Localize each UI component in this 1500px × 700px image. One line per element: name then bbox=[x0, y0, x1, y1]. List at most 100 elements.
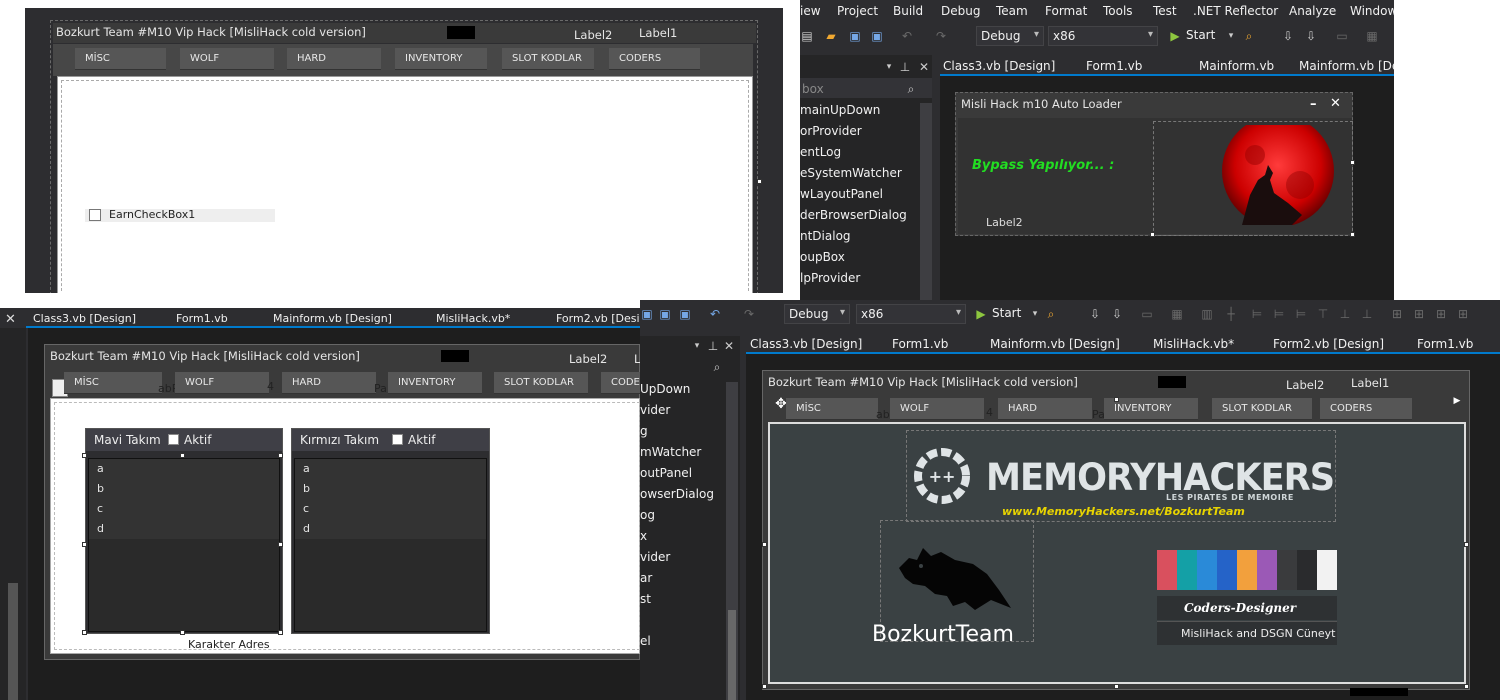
align-icon[interactable]: ▦ bbox=[1170, 307, 1184, 321]
minimize-button[interactable]: – bbox=[1310, 97, 1317, 112]
hard-button[interactable]: HARD bbox=[998, 398, 1092, 420]
tab-mislihack[interactable]: MisliHack.vb* bbox=[1153, 337, 1234, 351]
tab-mainform[interactable]: Mainform.vb bbox=[1199, 59, 1274, 73]
blue-team-list[interactable]: a b c d bbox=[88, 458, 280, 632]
menu-build[interactable]: Build bbox=[893, 4, 923, 18]
menu-team[interactable]: Team bbox=[996, 4, 1028, 18]
align-icon[interactable]: ▦ bbox=[1365, 29, 1379, 43]
menu-format[interactable]: Format bbox=[1045, 4, 1087, 18]
resize-handle[interactable] bbox=[757, 179, 762, 184]
tab-form1[interactable]: Form1.vb bbox=[892, 337, 948, 351]
undo-icon[interactable]: ↶ bbox=[900, 29, 914, 43]
list-item[interactable]: c bbox=[89, 499, 279, 519]
tab-class3-design[interactable]: Class3.vb [Design] bbox=[33, 312, 136, 325]
menu-test[interactable]: Test bbox=[1153, 4, 1177, 18]
red-team-list[interactable]: a b c d bbox=[294, 458, 487, 632]
tool-icon[interactable]: ▭ bbox=[1140, 307, 1154, 321]
align-bottom-icon[interactable]: ⊥ bbox=[1360, 307, 1374, 321]
menu-tools[interactable]: Tools bbox=[1103, 4, 1133, 18]
inventory-button[interactable]: INVENTORY bbox=[388, 372, 482, 394]
list-item[interactable]: b bbox=[89, 479, 279, 499]
close-button[interactable]: ✕ bbox=[1330, 96, 1341, 111]
bookmark2-icon[interactable]: ⇩ bbox=[1304, 29, 1318, 43]
resize-handle[interactable] bbox=[82, 453, 87, 458]
save-all-icon[interactable]: ▣ bbox=[678, 307, 692, 321]
toolbox-item[interactable]: entLog bbox=[800, 145, 918, 166]
toolbox-item[interactable]: ar bbox=[640, 571, 726, 592]
menu-window[interactable]: Window bbox=[1350, 4, 1394, 18]
bookmark-icon[interactable]: ⇩ bbox=[1088, 307, 1102, 321]
align-top-icon[interactable]: ⊤ bbox=[1316, 307, 1330, 321]
bookmark-icon[interactable]: ⇩ bbox=[1281, 29, 1295, 43]
close-icon[interactable]: ✕ bbox=[5, 312, 16, 327]
toolbox-item[interactable]: g bbox=[640, 424, 726, 445]
align-icon[interactable]: ┼ bbox=[1224, 307, 1238, 321]
earn-checkbox[interactable] bbox=[89, 209, 101, 221]
menu-analyze[interactable]: Analyze bbox=[1289, 4, 1336, 18]
list-item[interactable]: d bbox=[89, 519, 279, 539]
resize-handle[interactable] bbox=[278, 453, 283, 458]
start-button[interactable]: Start bbox=[992, 306, 1021, 320]
toolbox-item[interactable]: UpDown bbox=[640, 382, 726, 403]
toolbox-item[interactable]: mainUpDown bbox=[800, 103, 918, 124]
toolbox-item[interactable]: oupBox bbox=[800, 250, 918, 271]
hard-button[interactable]: HARD bbox=[287, 48, 381, 70]
list-item[interactable]: d bbox=[295, 519, 486, 539]
toolbox-item[interactable]: wLayoutPanel bbox=[800, 187, 918, 208]
list-item[interactable]: a bbox=[89, 459, 279, 479]
start-icon[interactable]: ▶ bbox=[974, 307, 988, 321]
wolf-button[interactable]: WOLF bbox=[180, 48, 274, 70]
open-folder-icon[interactable]: ▰ bbox=[824, 29, 838, 43]
misc-button[interactable]: MİSC bbox=[786, 398, 878, 420]
toolbox-item[interactable]: owserDialog bbox=[640, 487, 726, 508]
resize-handle[interactable] bbox=[82, 542, 87, 547]
bookmark2-icon[interactable]: ⇩ bbox=[1110, 307, 1124, 321]
list-item[interactable]: b bbox=[295, 479, 486, 499]
wolf-button[interactable]: WOLF bbox=[890, 398, 984, 420]
resize-handle[interactable] bbox=[1350, 160, 1355, 165]
resize-handle[interactable] bbox=[278, 630, 283, 635]
tool-icon[interactable]: ▭ bbox=[1335, 29, 1349, 43]
size-icon[interactable]: ⊞ bbox=[1434, 307, 1448, 321]
platform-select[interactable]: x86 bbox=[1048, 26, 1158, 46]
tab-mainform-design[interactable]: Mainform.vb [Des bbox=[1299, 59, 1394, 73]
tab-form2-design[interactable]: Form2.vb [Design] bbox=[1273, 337, 1384, 351]
coders-button[interactable]: CODE bbox=[601, 372, 640, 394]
scrollbar-thumb[interactable] bbox=[8, 583, 18, 700]
align-icon[interactable]: ▥ bbox=[1200, 307, 1214, 321]
align-middle-icon[interactable]: ⊥ bbox=[1338, 307, 1352, 321]
toolbox-item[interactable]: vider bbox=[640, 403, 726, 424]
size-icon[interactable]: ⊞ bbox=[1412, 307, 1426, 321]
wolf-button[interactable]: WOLF bbox=[175, 372, 269, 394]
platform-select[interactable]: x86 bbox=[856, 304, 966, 324]
pin-icon[interactable]: ⊥ bbox=[706, 339, 720, 353]
size-icon[interactable]: ⊞ bbox=[1456, 307, 1470, 321]
scroll-right-icon[interactable]: ▶ bbox=[1450, 394, 1464, 408]
toolbox-dropdown-icon[interactable]: ▾ bbox=[690, 339, 704, 353]
toolbox-scrollbar[interactable] bbox=[920, 103, 932, 308]
save-all-icon[interactable]: ▣ bbox=[870, 29, 884, 43]
coders-button[interactable]: CODERS bbox=[609, 48, 700, 70]
toolbox-item[interactable]: vider bbox=[640, 550, 726, 571]
undo-icon[interactable]: ↶ bbox=[708, 307, 722, 321]
start-button[interactable]: Start bbox=[1186, 28, 1215, 42]
scrollbar-thumb[interactable] bbox=[728, 610, 736, 700]
toolbox-item[interactable]: orProvider bbox=[800, 124, 918, 145]
save-icon[interactable]: ▣ bbox=[848, 29, 862, 43]
tab-class3-design[interactable]: Class3.vb [Design] bbox=[943, 59, 1055, 73]
resize-handle[interactable] bbox=[180, 453, 185, 458]
size-icon[interactable]: ⊞ bbox=[1390, 307, 1404, 321]
resize-handle[interactable] bbox=[1350, 232, 1355, 237]
menu-project[interactable]: Project bbox=[837, 4, 878, 18]
start-icon[interactable]: ▶ bbox=[1168, 29, 1182, 43]
tab-mainform-design[interactable]: Mainform.vb [Design] bbox=[273, 312, 392, 325]
toolbox-item[interactable]: eSystemWatcher bbox=[800, 166, 918, 187]
slot-kodlar-button[interactable]: SLOT KODLAR bbox=[502, 48, 594, 70]
save-icon[interactable]: ▣ bbox=[658, 307, 672, 321]
slot-kodlar-button[interactable]: SLOT KODLAR bbox=[494, 372, 588, 394]
toolbox-item[interactable]: el bbox=[640, 613, 726, 655]
misc-button[interactable]: MİSC bbox=[64, 372, 162, 394]
resize-handle[interactable] bbox=[278, 542, 283, 547]
config-select[interactable]: Debug bbox=[784, 304, 850, 324]
start-dropdown-icon[interactable]: ▾ bbox=[1028, 307, 1042, 321]
